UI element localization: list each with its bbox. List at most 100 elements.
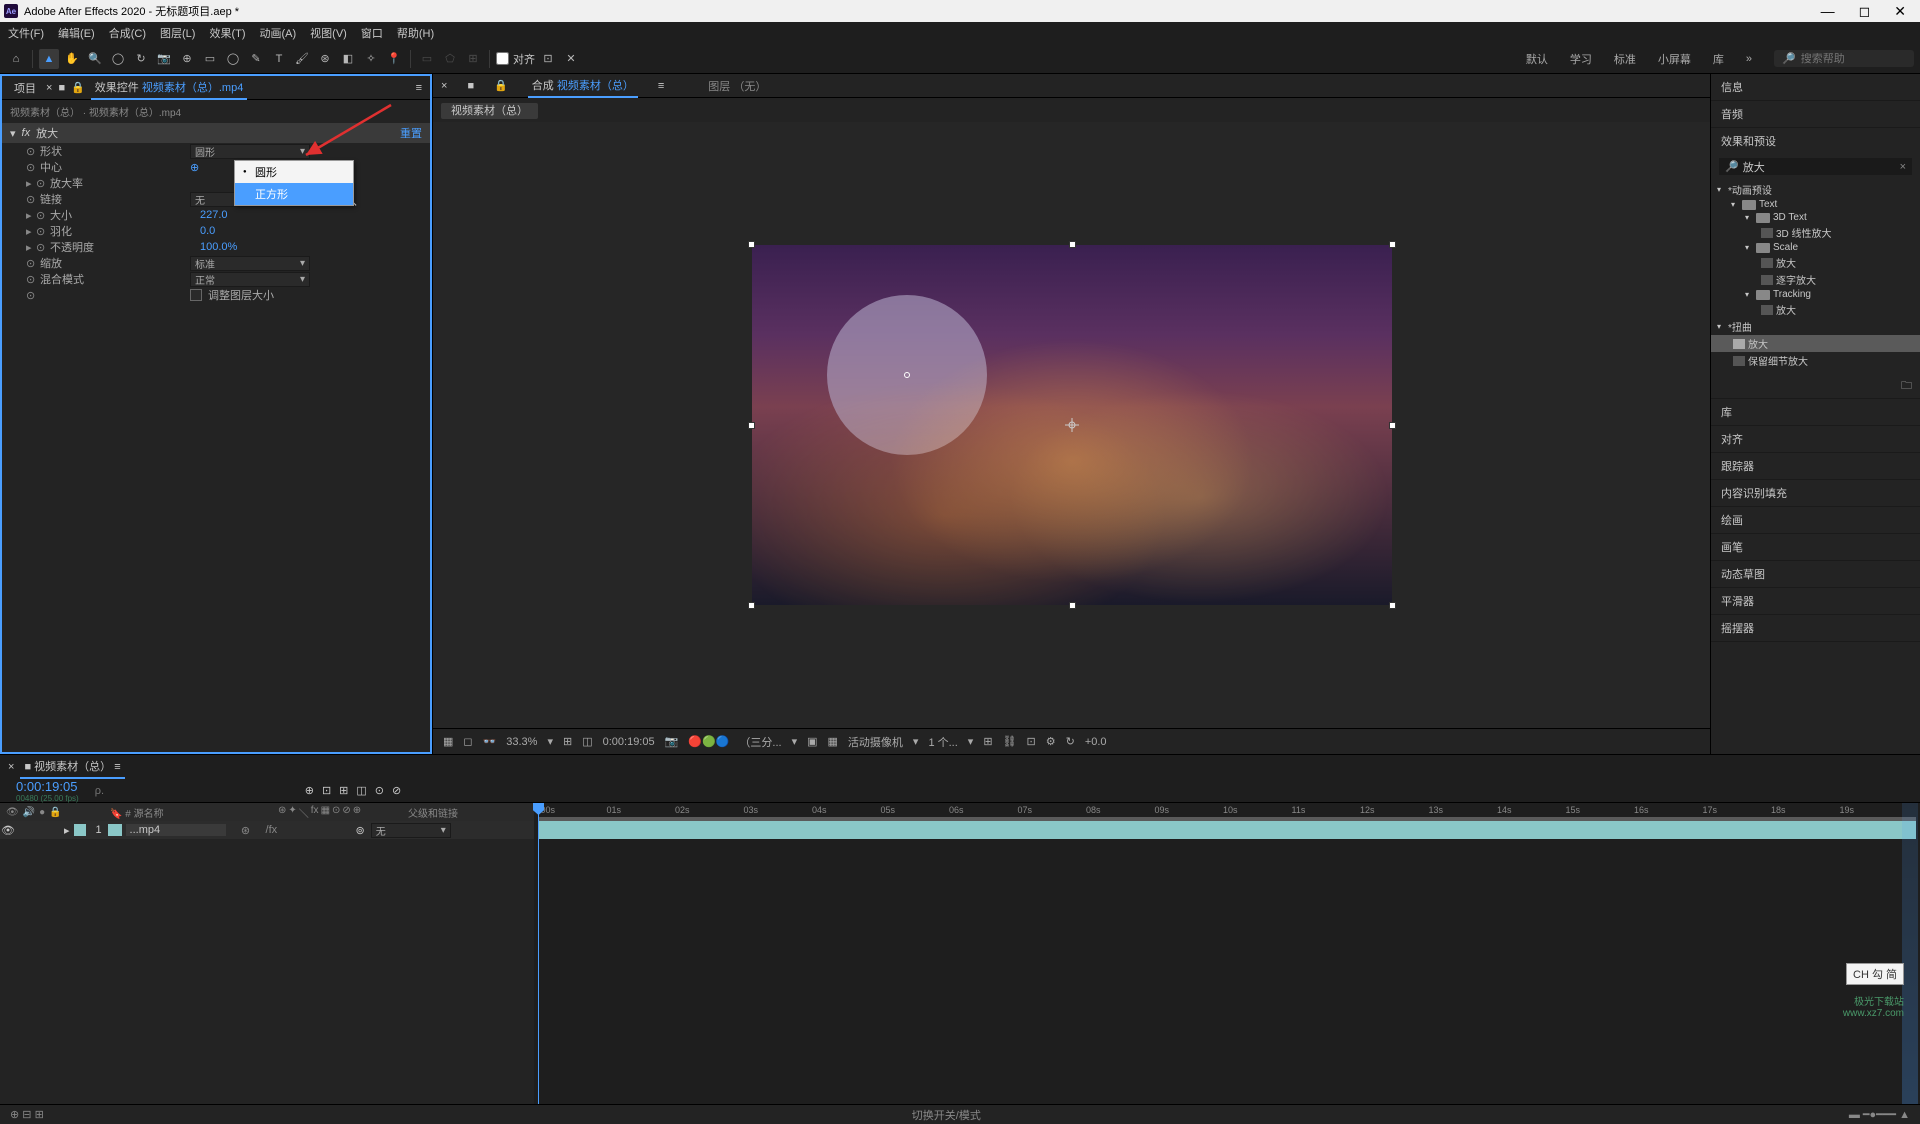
menu-effect[interactable]: 效果(T) xyxy=(209,25,245,41)
handle-tr[interactable] xyxy=(1389,241,1396,248)
stopwatch-icon[interactable]: ⊙ xyxy=(26,289,40,302)
zoom-tool[interactable]: 🔍 xyxy=(85,49,105,69)
panel-align[interactable]: 对齐 xyxy=(1711,426,1920,452)
tree-tracking[interactable]: ▾Tracking xyxy=(1711,288,1920,301)
tl-icon-2[interactable]: ⊡ xyxy=(322,784,331,797)
panel-wiggler[interactable]: 摇摆器 xyxy=(1711,615,1920,641)
expand-arrow-icon[interactable]: ▸ xyxy=(26,241,36,254)
tl-footer-icon-1[interactable]: ⊕ xyxy=(10,1109,19,1121)
workspace-more[interactable]: » xyxy=(1746,53,1752,65)
menu-composition[interactable]: 合成(C) xyxy=(109,25,146,41)
snap-opt-1[interactable]: ⊡ xyxy=(538,49,558,69)
layer-fx[interactable]: /fx xyxy=(266,824,296,836)
toggle-switches[interactable]: 切换开关/模式 xyxy=(912,1107,981,1123)
zoom-in-icon[interactable]: ▲ xyxy=(1899,1109,1910,1121)
workspace-learn[interactable]: 学习 xyxy=(1570,51,1592,67)
tl-icon-3[interactable]: ⊞ xyxy=(339,784,348,797)
snap-toggle[interactable]: 对齐 xyxy=(496,51,535,67)
handle-ml[interactable] xyxy=(748,422,755,429)
layer-visibility[interactable]: 👁 xyxy=(0,824,16,837)
stopwatch-icon[interactable]: ⊙ xyxy=(26,257,40,270)
comp-breadcrumb[interactable]: 视频素材（总） xyxy=(441,103,538,119)
tab-menu-icon[interactable]: ≡ xyxy=(658,80,664,92)
vf-icon-3[interactable]: ⊡ xyxy=(1027,735,1036,748)
grid-icon[interactable]: ▦ xyxy=(443,735,453,748)
views-select[interactable]: 1 个... xyxy=(928,734,957,750)
end-marker[interactable] xyxy=(1902,803,1918,1104)
effect-reset[interactable]: 重置 xyxy=(400,125,422,141)
panel-audio[interactable]: 音频 xyxy=(1711,101,1920,127)
vf-icon-1[interactable]: ⊞ xyxy=(983,735,992,748)
shape-tool-1[interactable]: ▭ xyxy=(417,49,437,69)
timeline-graph[interactable]: :00s01s02s03s04s05s06s07s08s09s10s11s12s… xyxy=(534,803,1920,1104)
comp-lock-icon[interactable]: 🔒 xyxy=(494,79,508,92)
selection-tool[interactable]: ▲ xyxy=(39,49,59,69)
timeline-tab[interactable]: ■ 视频素材（总） ≡ xyxy=(20,755,124,779)
tab-effect-controls[interactable]: 效果控件 视频素材（总）.mp4 xyxy=(91,76,248,100)
tab-icon-2[interactable]: ■ xyxy=(58,82,65,94)
timeline-tab-close[interactable]: × xyxy=(8,761,14,773)
hand-tool[interactable]: ✋ xyxy=(62,49,82,69)
stopwatch-icon[interactable]: ⊙ xyxy=(26,145,40,158)
col-audio-icon[interactable]: 🔊 xyxy=(23,807,35,818)
tree-text[interactable]: ▾Text xyxy=(1711,198,1920,211)
center-crosshair[interactable]: ⊕ xyxy=(190,161,199,174)
rotate-tool[interactable]: ↻ xyxy=(131,49,151,69)
parent-pickwhip[interactable]: ⊚ xyxy=(356,824,365,837)
tab-lock-icon[interactable]: 🔒 xyxy=(71,81,85,94)
handle-mr[interactable] xyxy=(1389,422,1396,429)
preset-detail-mag[interactable]: 保留细节放大 xyxy=(1711,352,1920,369)
timecode-display[interactable]: 0:00:19:05 xyxy=(603,736,655,748)
composition-viewer[interactable] xyxy=(433,122,1710,728)
clear-search-icon[interactable]: × xyxy=(1900,161,1906,173)
tree-distort[interactable]: ▾*扭曲 xyxy=(1711,318,1920,335)
panel-motion-sketch[interactable]: 动态草图 xyxy=(1711,561,1920,587)
effects-search[interactable]: 🔎 × xyxy=(1719,158,1912,175)
preset-char-mag[interactable]: 逐字放大 xyxy=(1711,271,1920,288)
zoom-out-icon[interactable]: ▬ xyxy=(1849,1109,1860,1121)
snap-opt-2[interactable]: ✕ xyxy=(561,49,581,69)
panel-brush[interactable]: 画笔 xyxy=(1711,534,1920,560)
window-maximize[interactable]: ◻ xyxy=(1859,3,1871,20)
tree-scale[interactable]: ▾Scale xyxy=(1711,241,1920,254)
rect-tool[interactable]: ▭ xyxy=(200,49,220,69)
tab-menu-icon[interactable]: ≡ xyxy=(416,82,422,94)
camera-tool[interactable]: 📷 xyxy=(154,49,174,69)
layer-expand[interactable]: ▸ xyxy=(64,824,70,837)
expand-arrow-icon[interactable]: ▸ xyxy=(26,225,36,238)
exposure-reset[interactable]: ↻ xyxy=(1066,735,1075,748)
handle-tl[interactable] xyxy=(748,241,755,248)
menu-animation[interactable]: 动画(A) xyxy=(260,25,297,41)
anchor-point-icon[interactable] xyxy=(1065,418,1079,432)
stopwatch-icon[interactable]: ⊙ xyxy=(36,209,50,222)
tl-footer-icon-3[interactable]: ⊞ xyxy=(35,1109,44,1121)
menu-view[interactable]: 视图(V) xyxy=(310,25,347,41)
tl-icon-6[interactable]: ⊘ xyxy=(392,784,401,797)
col-eye-icon[interactable]: 👁 xyxy=(6,807,19,818)
brush-tool[interactable]: 🖌 xyxy=(292,49,312,69)
panel-smoother[interactable]: 平滑器 xyxy=(1711,588,1920,614)
handle-bm[interactable] xyxy=(1069,602,1076,609)
menu-edit[interactable]: 编辑(E) xyxy=(58,25,95,41)
effects-search-input[interactable] xyxy=(1743,161,1896,173)
comp-tab-icon[interactable]: × xyxy=(441,80,447,92)
panel-tracker[interactable]: 跟踪器 xyxy=(1711,453,1920,479)
layer-bar[interactable] xyxy=(538,821,1916,839)
shape-dropdown[interactable]: 圆形▾ xyxy=(190,144,310,159)
layer-switches[interactable]: ⊛ xyxy=(226,824,266,837)
handle-bl[interactable] xyxy=(748,602,755,609)
type-tool[interactable]: T xyxy=(269,49,289,69)
timecode-icon[interactable]: ◫ xyxy=(582,735,592,748)
tree-3d-text[interactable]: ▾3D Text xyxy=(1711,211,1920,224)
puppet-tool[interactable]: 📍 xyxy=(384,49,404,69)
preset-distort-mag[interactable]: 放大 xyxy=(1711,335,1920,352)
menu-file[interactable]: 文件(F) xyxy=(8,25,44,41)
scaling-dropdown[interactable]: 标准▾ xyxy=(190,256,310,271)
transparency-icon[interactable]: ▦ xyxy=(828,735,838,748)
tab-icon-1[interactable]: × xyxy=(46,82,52,94)
playhead[interactable] xyxy=(538,803,539,1104)
help-search[interactable]: 🔎 xyxy=(1774,50,1914,67)
pen-tool[interactable]: ✎ xyxy=(246,49,266,69)
pan-behind-tool[interactable]: ⊕ xyxy=(177,49,197,69)
option-square[interactable]: 正方形 xyxy=(235,183,353,205)
